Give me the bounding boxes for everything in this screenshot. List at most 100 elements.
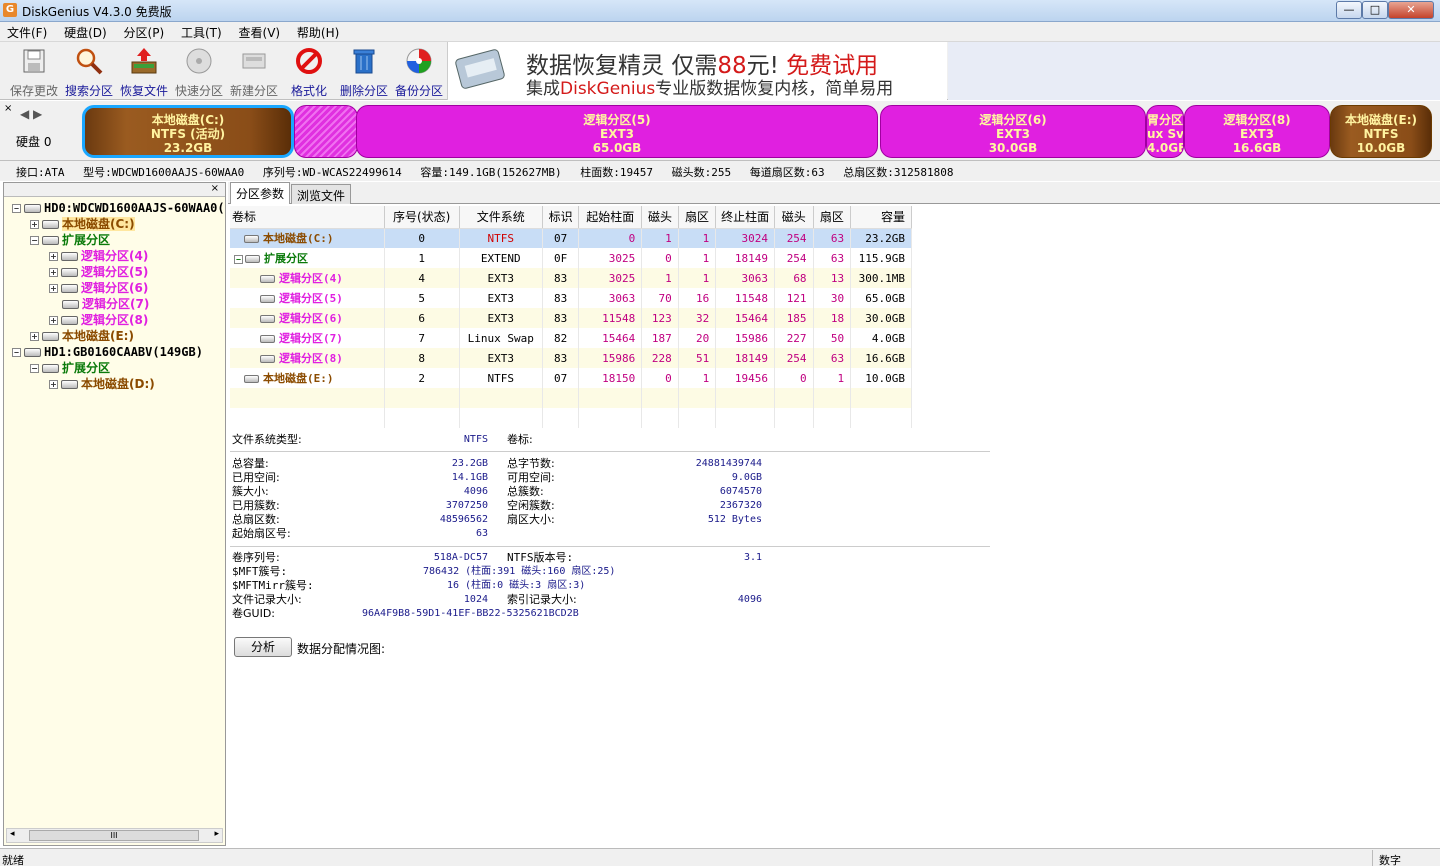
data-allocation-label: 数据分配情况图: (297, 642, 386, 656)
tree-node-logical-4[interactable]: + 逻辑分区(4) (49, 248, 148, 264)
tab-browse-files[interactable]: 浏览文件 (291, 184, 352, 204)
volume-guid-value: 96A4F9B8-59D1-41EF-BB22-5325621BCD2B (362, 608, 579, 619)
app-icon: G (3, 3, 17, 17)
detail-panel: 分区参数 浏览文件 卷标 序号(状态) 文件系统 标识 起始柱面 磁头 扇区 终… (228, 182, 1440, 846)
mft-cluster-label: $MFT簇号: (232, 565, 288, 578)
tree-node-hd0[interactable]: − HD0:WDCWD1600AAJS-60WAA0( (12, 200, 225, 216)
volume-serial-value: 518A-DC57 (433, 552, 488, 563)
recover-file-button[interactable]: 恢复文件 (117, 46, 171, 98)
tree-node-logical-7[interactable]: 逻辑分区(7) (62, 296, 149, 312)
segment-logical-5[interactable]: 逻辑分区(5) EXT3 65.0GB (356, 105, 878, 158)
diskmap-close-icon[interactable]: × (4, 103, 12, 114)
total-capacity-label: 总容量: (232, 457, 269, 470)
disk-capacity: 容量:149.1GB(152627MB) (420, 166, 562, 179)
col-filesystem[interactable]: 文件系统 (459, 206, 543, 229)
col-capacity[interactable]: 容量 (850, 206, 912, 229)
partition-icon (245, 255, 260, 263)
partition-icon (42, 364, 59, 373)
minimize-button[interactable]: — (1336, 1, 1362, 19)
col-start-sector[interactable]: 扇区 (678, 206, 717, 229)
delete-partition-button[interactable]: 删除分区 (337, 46, 391, 98)
table-row[interactable]: 逻辑分区(5) 5 EXT3 83 3063 70 16 11548 121 30 65.0… (230, 288, 912, 308)
tree-node-logical-8[interactable]: + 逻辑分区(8) (49, 312, 148, 328)
menu-help[interactable]: 帮助(H) (290, 22, 345, 41)
col-id[interactable]: 标识 (542, 206, 580, 229)
col-end-head[interactable]: 磁头 (774, 206, 814, 229)
tree-node-logical-5[interactable]: + 逻辑分区(5) (49, 264, 148, 280)
partition-icon (61, 316, 78, 325)
table-row-empty (230, 388, 912, 408)
tree-node-hd1[interactable]: − HD1:GB0160CAABV(149GB) (12, 344, 203, 360)
table-row[interactable]: 逻辑分区(8) 8 EXT3 83 15986 228 51 18149 254 63 16… (230, 348, 912, 368)
tab-strip: 分区参数 浏览文件 (228, 182, 1440, 204)
table-row[interactable]: 本地磁盘(C:) 0 NTFS 07 011 3024 254 63 23.2GB (230, 228, 912, 248)
search-partition-button[interactable]: 搜索分区 (62, 46, 116, 98)
col-start-head[interactable]: 磁头 (641, 206, 679, 229)
disk-cylinders: 柱面数:19457 (580, 166, 654, 179)
mftmirr-cluster-label: $MFTMirr簇号: (232, 579, 314, 592)
tree-node-d-drive[interactable]: + 本地磁盘(D:) (49, 376, 155, 392)
table-row[interactable]: 本地磁盘(E:) 2 NTFS 07 18150 0 1 19456 0 1 10.0GB (230, 368, 912, 388)
new-partition-button[interactable]: 新建分区 (227, 46, 281, 98)
col-start-cylinder[interactable]: 起始柱面 (578, 206, 643, 229)
col-volume-label[interactable]: 卷标 (230, 206, 385, 229)
ntfs-version-label: NTFS版本号: (507, 551, 574, 564)
analyze-button[interactable]: 分析 (234, 637, 292, 657)
table-row[interactable]: 逻辑分区(4) 4 EXT3 83 3025 1 1 3063 68 13 300.1MB (230, 268, 912, 288)
scroll-thumb[interactable]: III (29, 830, 199, 841)
backup-partition-button[interactable]: 备份分区 (392, 46, 446, 98)
tree-node-logical-6[interactable]: + 逻辑分区(6) (49, 280, 148, 296)
table-row[interactable]: 逻辑分区(6) 6 EXT3 83 11548 123 32 15464 185 18 30… (230, 308, 912, 328)
tree-node-extended-hd0[interactable]: − 扩展分区 (30, 232, 110, 248)
col-end-sector[interactable]: 扇区 (813, 206, 852, 229)
index-record-size-label: 索引记录大小: (507, 593, 577, 606)
disk-serial: 序列号:WD-WCAS22499614 (262, 166, 402, 179)
partition-icon (260, 335, 275, 343)
tree-horizontal-scrollbar[interactable]: ◂ III ▸ (6, 828, 223, 843)
free-space-value: 9.0GB (731, 472, 762, 483)
start-sector-label: 起始扇区号: (232, 527, 291, 540)
format-button[interactable]: 格式化 (282, 46, 336, 98)
col-index-status[interactable]: 序号(状态) (384, 206, 460, 229)
scroll-right-icon: ▸ (214, 829, 219, 839)
segment-logical-6[interactable]: 逻辑分区(6) EXT3 30.0GB (880, 105, 1146, 158)
col-end-cylinder[interactable]: 终止柱面 (715, 206, 776, 229)
sector-size-label: 扇区大小: (507, 513, 555, 526)
close-button[interactable]: ✕ (1388, 1, 1434, 19)
partition-icon (260, 275, 275, 283)
mft-cluster-value: 786432 (柱面:391 磁头:160 扇区:25) (423, 566, 616, 577)
toolbar-empty-area (948, 42, 1440, 100)
save-changes-button[interactable]: 保存更改 (7, 46, 61, 98)
tree-node-c-drive[interactable]: + 本地磁盘(C:) (30, 216, 135, 232)
window-title: DiskGenius V4.3.0 免费版 (22, 5, 172, 19)
segment-logical-8[interactable]: 逻辑分区(8) EXT3 16.6GB (1184, 105, 1330, 158)
maximize-button[interactable]: □ (1362, 1, 1388, 19)
menu-partition[interactable]: 分区(P) (117, 22, 171, 41)
sector-size-value: 512 Bytes (707, 514, 762, 525)
promo-banner[interactable]: 数据恢复精灵 仅需88元! 免费试用 集成DiskGenius专业版数据恢复内核… (447, 42, 947, 100)
menu-view[interactable]: 查看(V) (232, 22, 287, 41)
used-space-value: 14.1GB (451, 472, 488, 483)
segment-c-drive[interactable]: 本地磁盘(C:) NTFS (活动) 23.2GB (82, 105, 294, 158)
tree-close-icon[interactable]: × (211, 183, 219, 194)
menu-file[interactable]: 文件(F) (0, 22, 53, 41)
disk-nav-arrows[interactable]: ◀ ▶ (20, 107, 42, 121)
segment-logical-7[interactable]: 胃分区 ux Sv 4.0GE (1146, 105, 1184, 158)
menu-disk[interactable]: 硬盘(D) (57, 22, 113, 41)
fstype-label: 文件系统类型: (232, 433, 302, 446)
menu-tools[interactable]: 工具(T) (174, 22, 228, 41)
tab-partition-params[interactable]: 分区参数 (230, 182, 291, 204)
menu-bar: 文件(F) 硬盘(D) 分区(P) 工具(T) 查看(V) 帮助(H) (0, 22, 1440, 42)
disk-info-bar: 接口:ATA 型号:WDCWD1600AAJS-60WAA0 序列号:WD-WC… (0, 161, 1440, 181)
ntfs-version-value: 3.1 (743, 552, 762, 563)
tree-node-extended-hd1[interactable]: − 扩展分区 (30, 360, 110, 376)
table-row[interactable]: 逻辑分区(7) 7 Linux Swap 82 15464 187 20 15986 22… (230, 328, 912, 348)
partition-icon (62, 300, 79, 309)
partition-icon (61, 268, 78, 277)
table-row[interactable]: − 扩展分区 1 EXTEND 0F 3025 0 1 18149 254 63 115.9G… (230, 248, 912, 268)
segment-e-drive[interactable]: 本地磁盘(E:) NTFS 10.0GB (1330, 105, 1432, 158)
partition-icon (260, 315, 275, 323)
segment-logical-4[interactable] (294, 105, 358, 158)
quick-partition-button[interactable]: 快速分区 (172, 46, 226, 98)
tree-node-e-drive[interactable]: + 本地磁盘(E:) (30, 328, 134, 344)
